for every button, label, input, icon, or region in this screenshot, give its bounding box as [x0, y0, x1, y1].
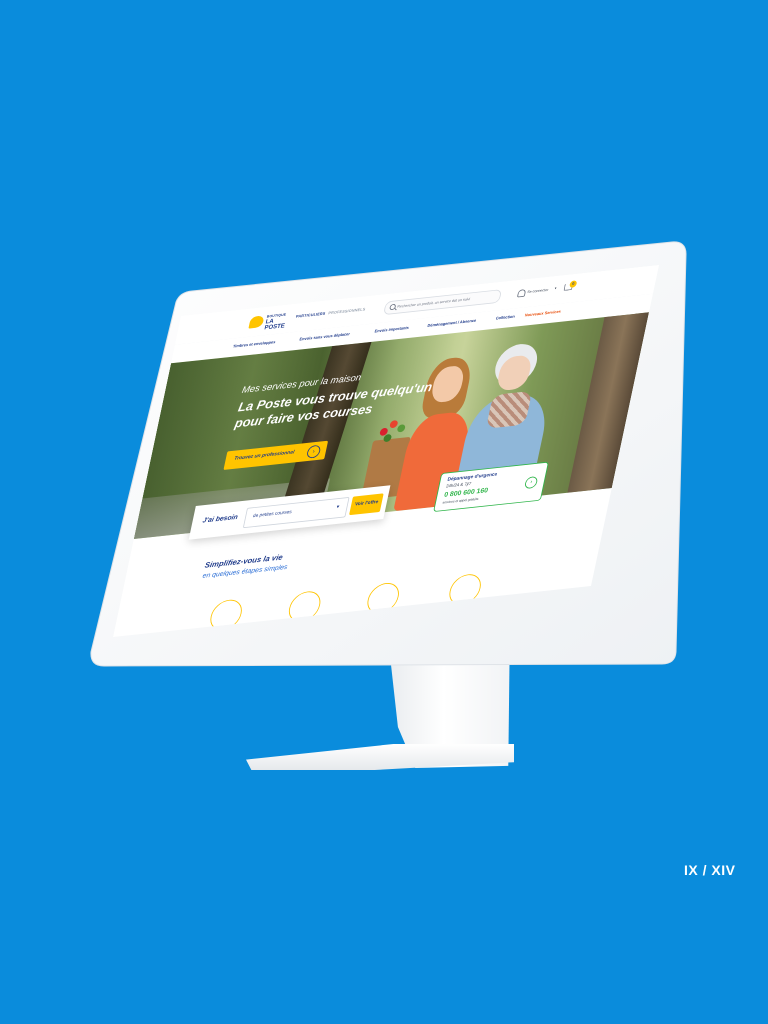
logo-line-2: LA POSTE: [263, 318, 286, 332]
chevron-down-icon: ▾: [335, 504, 340, 511]
la-poste-logo[interactable]: BOUTIQUE LA POSTE: [248, 311, 287, 332]
see-offer-button[interactable]: Voir l'offre: [349, 493, 384, 516]
need-select-value: de petites courses: [252, 509, 293, 519]
nav-item-timbres[interactable]: Timbres et enveloppes: [233, 340, 276, 349]
arrow-right-icon: ›: [305, 444, 322, 459]
cart-count-badge: 0: [569, 280, 578, 288]
user-icon[interactable]: [516, 289, 527, 298]
emergency-title: Dépannage d'urgence: [446, 472, 498, 483]
tab-professionnels[interactable]: PROFESSIONNELS: [328, 307, 366, 315]
search-icon[interactable]: [389, 303, 397, 311]
nav-item-collection[interactable]: Collection: [495, 314, 515, 320]
step-3-icon: [364, 581, 402, 616]
presentation-slide: BOUTIQUE LA POSTE PARTICULIERS PROFESSIO…: [0, 0, 768, 1024]
nav-item-demenagement[interactable]: Déménagement / Absence: [427, 318, 477, 327]
emergency-note: services et appel gratuits: [442, 497, 479, 505]
website-screen: BOUTIQUE LA POSTE PARTICULIERS PROFESSIO…: [113, 265, 659, 637]
la-poste-bird-icon: [248, 315, 265, 329]
chevron-down-icon[interactable]: ▾: [554, 286, 557, 290]
step-2-icon: [286, 589, 324, 624]
find-professional-label: Trouvez un professionnel: [233, 449, 295, 462]
tab-particuliers[interactable]: PARTICULIERS: [296, 311, 326, 318]
need-select[interactable]: de petites courses ▾: [242, 496, 350, 529]
step-4-icon: [446, 572, 484, 607]
step-1-icon: [207, 598, 245, 632]
arrow-right-icon[interactable]: ›: [523, 476, 539, 490]
nav-item-nouveaux-services[interactable]: Nouveaux Services: [524, 309, 561, 317]
need-label: J'ai besoin: [201, 512, 239, 525]
nav-item-envois-sans-deplacer[interactable]: Envois sans vous déplacer: [299, 332, 350, 342]
search-placeholder: Rechercher un produit, un service dat un…: [396, 296, 471, 309]
see-offer-label: Voir l'offre: [354, 499, 379, 508]
nav-item-envois-importants[interactable]: Envois importants: [374, 325, 409, 333]
slide-page-indicator: IX / XIV: [684, 862, 736, 878]
login-link[interactable]: Se connecter: [527, 287, 549, 293]
